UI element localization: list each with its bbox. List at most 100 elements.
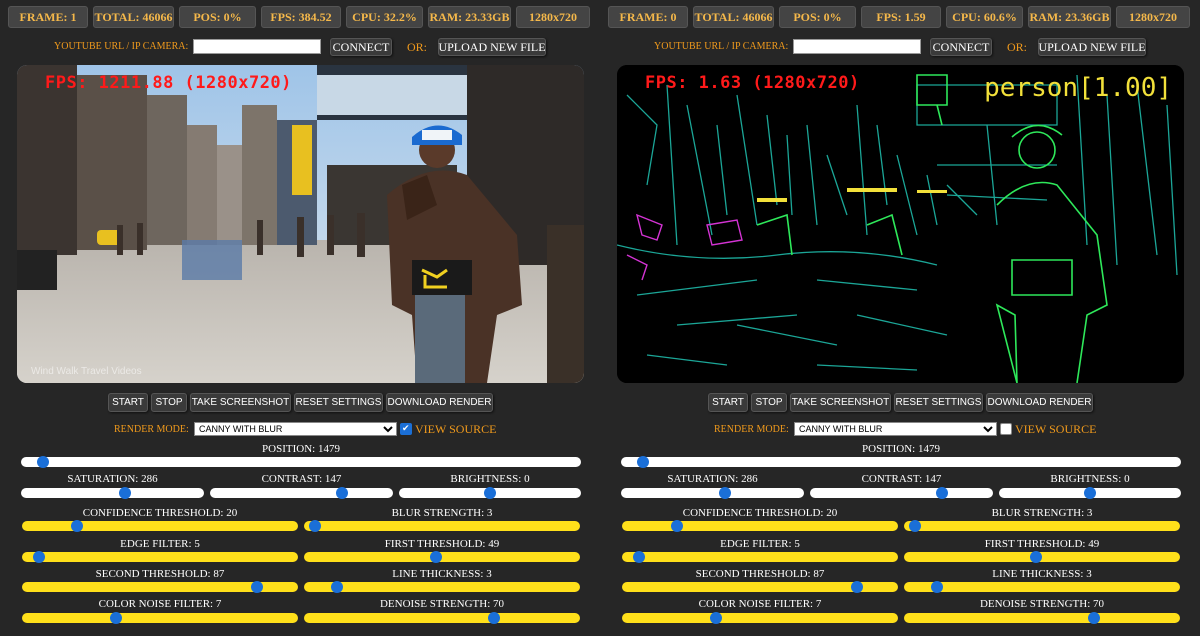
saturation-label: SATURATION: 286 xyxy=(667,473,758,485)
second-slider[interactable] xyxy=(22,581,298,593)
position-label: POSITION: 1479 xyxy=(262,443,340,455)
canny-edge-image xyxy=(617,65,1184,383)
fps-stat: FPS: 1.59 xyxy=(861,6,941,28)
stop-button[interactable]: STOP xyxy=(751,393,787,412)
screenshot-button[interactable]: TAKE SCREENSHOT xyxy=(190,393,291,412)
total-stat: TOTAL: 46066 xyxy=(93,6,174,28)
saturation-slider-thumb[interactable] xyxy=(719,487,732,499)
url-label: YOUTUBE URL / IP CAMERA: xyxy=(654,41,789,52)
line-slider-thumb[interactable] xyxy=(331,581,344,593)
pos-stat: POS: 0% xyxy=(179,6,256,28)
confidence-label: CONFIDENCE THRESHOLD: 20 xyxy=(682,507,838,519)
cpu-stat: CPU: 32.2% xyxy=(346,6,423,28)
second-slider-thumb[interactable] xyxy=(850,581,863,593)
view-source-label: VIEW SOURCE xyxy=(415,422,497,436)
source-video: FPS: 1211.88 (1280x720) Wind Walk Travel… xyxy=(17,65,584,383)
saturation-label: SATURATION: 286 xyxy=(67,473,158,485)
contrast-slider-thumb[interactable] xyxy=(335,487,348,499)
upload-button[interactable]: UPLOAD NEW FILE xyxy=(438,38,546,56)
left-panel: FRAME: 1 TOTAL: 46066 POS: 0% FPS: 384.5… xyxy=(0,0,600,636)
blur-label: BLUR STRENGTH: 3 xyxy=(391,507,493,519)
line-slider[interactable] xyxy=(304,581,580,593)
first-slider-thumb[interactable] xyxy=(1030,551,1043,563)
brightness-slider[interactable] xyxy=(999,487,1181,499)
contrast-slider[interactable] xyxy=(210,487,393,499)
render-mode-row: RENDER MODE: CANNY WITH BLUR VIEW SOURCE xyxy=(0,422,600,437)
position-slider[interactable] xyxy=(621,456,1181,468)
confidence-slider-thumb[interactable] xyxy=(71,520,84,532)
render-mode-select[interactable]: CANNY WITH BLUR xyxy=(794,422,997,436)
view-source-label: VIEW SOURCE xyxy=(1015,422,1097,436)
position-slider-thumb[interactable] xyxy=(637,456,650,468)
line-label: LINE THICKNESS: 3 xyxy=(392,568,492,580)
connect-button[interactable]: CONNECT xyxy=(930,38,992,56)
render-mode-label: RENDER MODE: xyxy=(114,424,189,435)
view-source-checkbox[interactable] xyxy=(400,423,412,435)
confidence-slider[interactable] xyxy=(622,520,898,532)
blur-slider[interactable] xyxy=(304,520,580,532)
reset-button[interactable]: RESET SETTINGS xyxy=(894,393,983,412)
saturation-slider[interactable] xyxy=(621,487,804,499)
confidence-slider[interactable] xyxy=(22,520,298,532)
noise-slider-thumb[interactable] xyxy=(109,612,122,624)
saturation-slider-thumb[interactable] xyxy=(119,487,132,499)
saturation-slider[interactable] xyxy=(21,487,204,499)
first-slider[interactable] xyxy=(904,551,1180,563)
start-button[interactable]: START xyxy=(708,393,748,412)
stop-button[interactable]: STOP xyxy=(151,393,187,412)
denoise-slider-thumb[interactable] xyxy=(488,612,501,624)
fps-stat: FPS: 384.52 xyxy=(261,6,341,28)
reset-button[interactable]: RESET SETTINGS xyxy=(294,393,383,412)
denoise-slider[interactable] xyxy=(304,612,580,624)
blur-slider[interactable] xyxy=(904,520,1180,532)
line-label: LINE THICKNESS: 3 xyxy=(992,568,1092,580)
blur-slider-thumb[interactable] xyxy=(309,520,322,532)
view-source-checkbox[interactable] xyxy=(1000,423,1012,435)
contrast-label: CONTRAST: 147 xyxy=(261,473,342,485)
noise-label: COLOR NOISE FILTER: 7 xyxy=(98,598,222,610)
denoise-slider[interactable] xyxy=(904,612,1180,624)
contrast-label: CONTRAST: 147 xyxy=(861,473,942,485)
blur-slider-thumb[interactable] xyxy=(909,520,922,532)
edge-slider-thumb[interactable] xyxy=(632,551,645,563)
second-slider-thumb[interactable] xyxy=(250,581,263,593)
confidence-slider-thumb[interactable] xyxy=(671,520,684,532)
line-slider[interactable] xyxy=(904,581,1180,593)
render-mode-label: RENDER MODE: xyxy=(714,424,789,435)
cpu-stat: CPU: 60.6% xyxy=(946,6,1023,28)
render-mode-select[interactable]: CANNY WITH BLUR xyxy=(194,422,397,436)
contrast-slider-thumb[interactable] xyxy=(935,487,948,499)
noise-slider-thumb[interactable] xyxy=(709,612,722,624)
brightness-slider-thumb[interactable] xyxy=(1084,487,1096,499)
watermark: Wind Walk Travel Videos xyxy=(31,366,142,377)
edge-label: EDGE FILTER: 5 xyxy=(120,538,200,550)
brightness-slider[interactable] xyxy=(399,487,581,499)
url-input[interactable] xyxy=(793,39,921,54)
edge-slider-thumb[interactable] xyxy=(32,551,45,563)
upload-button[interactable]: UPLOAD NEW FILE xyxy=(1038,38,1146,56)
blur-label: BLUR STRENGTH: 3 xyxy=(991,507,1093,519)
noise-slider[interactable] xyxy=(22,612,298,624)
denoise-slider-thumb[interactable] xyxy=(1088,612,1101,624)
download-button[interactable]: DOWNLOAD RENDER xyxy=(386,393,493,412)
contrast-slider[interactable] xyxy=(810,487,993,499)
noise-slider[interactable] xyxy=(622,612,898,624)
second-label: SECOND THRESHOLD: 87 xyxy=(695,568,825,580)
pos-stat: POS: 0% xyxy=(779,6,856,28)
start-button[interactable]: START xyxy=(108,393,148,412)
screenshot-button[interactable]: TAKE SCREENSHOT xyxy=(790,393,891,412)
edge-slider[interactable] xyxy=(622,551,898,563)
right-panel: FRAME: 0 TOTAL: 46066 POS: 0% FPS: 1.59 … xyxy=(600,0,1200,636)
edge-slider[interactable] xyxy=(22,551,298,563)
position-slider[interactable] xyxy=(21,456,581,468)
first-slider[interactable] xyxy=(304,551,580,563)
connect-button[interactable]: CONNECT xyxy=(330,38,392,56)
line-slider-thumb[interactable] xyxy=(931,581,944,593)
second-label: SECOND THRESHOLD: 87 xyxy=(95,568,225,580)
second-slider[interactable] xyxy=(622,581,898,593)
url-input[interactable] xyxy=(193,39,321,54)
first-slider-thumb[interactable] xyxy=(430,551,443,563)
brightness-slider-thumb[interactable] xyxy=(484,487,496,499)
download-button[interactable]: DOWNLOAD RENDER xyxy=(986,393,1093,412)
position-slider-thumb[interactable] xyxy=(37,456,50,468)
